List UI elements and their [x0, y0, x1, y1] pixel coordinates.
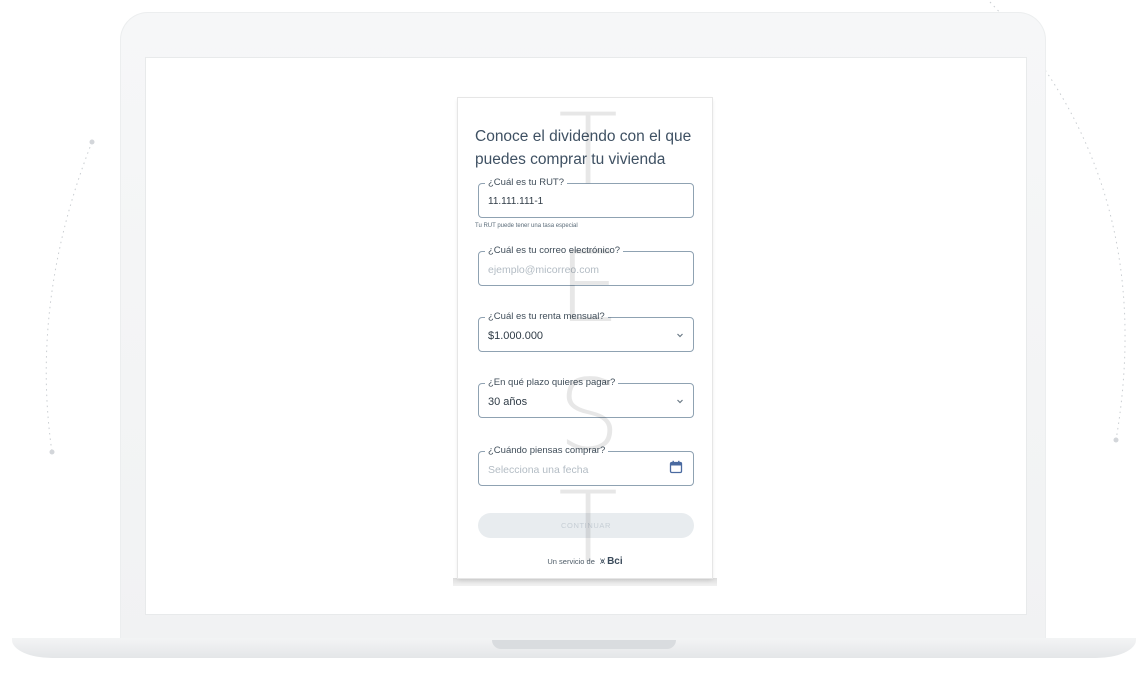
term-value: 30 años — [488, 396, 528, 408]
laptop-base-notch — [492, 640, 676, 649]
chevron-down-icon[interactable] — [675, 396, 685, 406]
bci-logo-icon: ⩙ — [599, 556, 606, 566]
brand-name[interactable]: Bci — [607, 556, 623, 567]
form-title: Conoce el dividendo con el que puedes co… — [475, 128, 692, 168]
term-select[interactable]: ¿En qué plazo quieres pagar? 30 años — [478, 377, 694, 418]
purchase-date-field[interactable]: ¿Cuándo piensas comprar? Selecciona una … — [478, 445, 694, 486]
email-field[interactable]: ¿Cuál es tu correo electrónico? ejemplo@… — [478, 245, 694, 286]
service-footer: Un servicio de ⩙ Bci — [458, 556, 712, 567]
calendar-icon[interactable] — [669, 460, 683, 474]
rut-helper-text: Tu RUT puede tener una tasa especial — [475, 223, 578, 229]
income-label: ¿Cuál es tu renta mensual? — [485, 311, 608, 323]
purchase-date-placeholder[interactable]: Selecciona una fecha — [488, 464, 588, 476]
dividend-form-card: Conoce el dividendo con el que puedes co… — [458, 98, 712, 578]
email-label: ¿Cuál es tu correo electrónico? — [485, 245, 624, 257]
chevron-down-icon[interactable] — [675, 330, 685, 340]
continue-button[interactable]: CONTINUAR — [478, 513, 694, 538]
email-placeholder[interactable]: ejemplo@micorreo.com — [488, 264, 599, 276]
income-value: $1.000.000 — [488, 330, 544, 342]
footer-text: Un servicio de — [547, 557, 595, 566]
term-label: ¿En qué plazo quieres pagar? — [485, 377, 619, 389]
rut-value[interactable]: 11.111.111-1 — [488, 196, 543, 207]
rut-field[interactable]: ¿Cuál es tu RUT? 11.111.111-1 — [478, 177, 694, 218]
rut-label: ¿Cuál es tu RUT? — [485, 177, 568, 189]
purchase-date-label: ¿Cuándo piensas comprar? — [485, 445, 609, 457]
income-select[interactable]: ¿Cuál es tu renta mensual? $1.000.000 — [478, 311, 694, 352]
card-bottom-shadow — [453, 578, 717, 586]
